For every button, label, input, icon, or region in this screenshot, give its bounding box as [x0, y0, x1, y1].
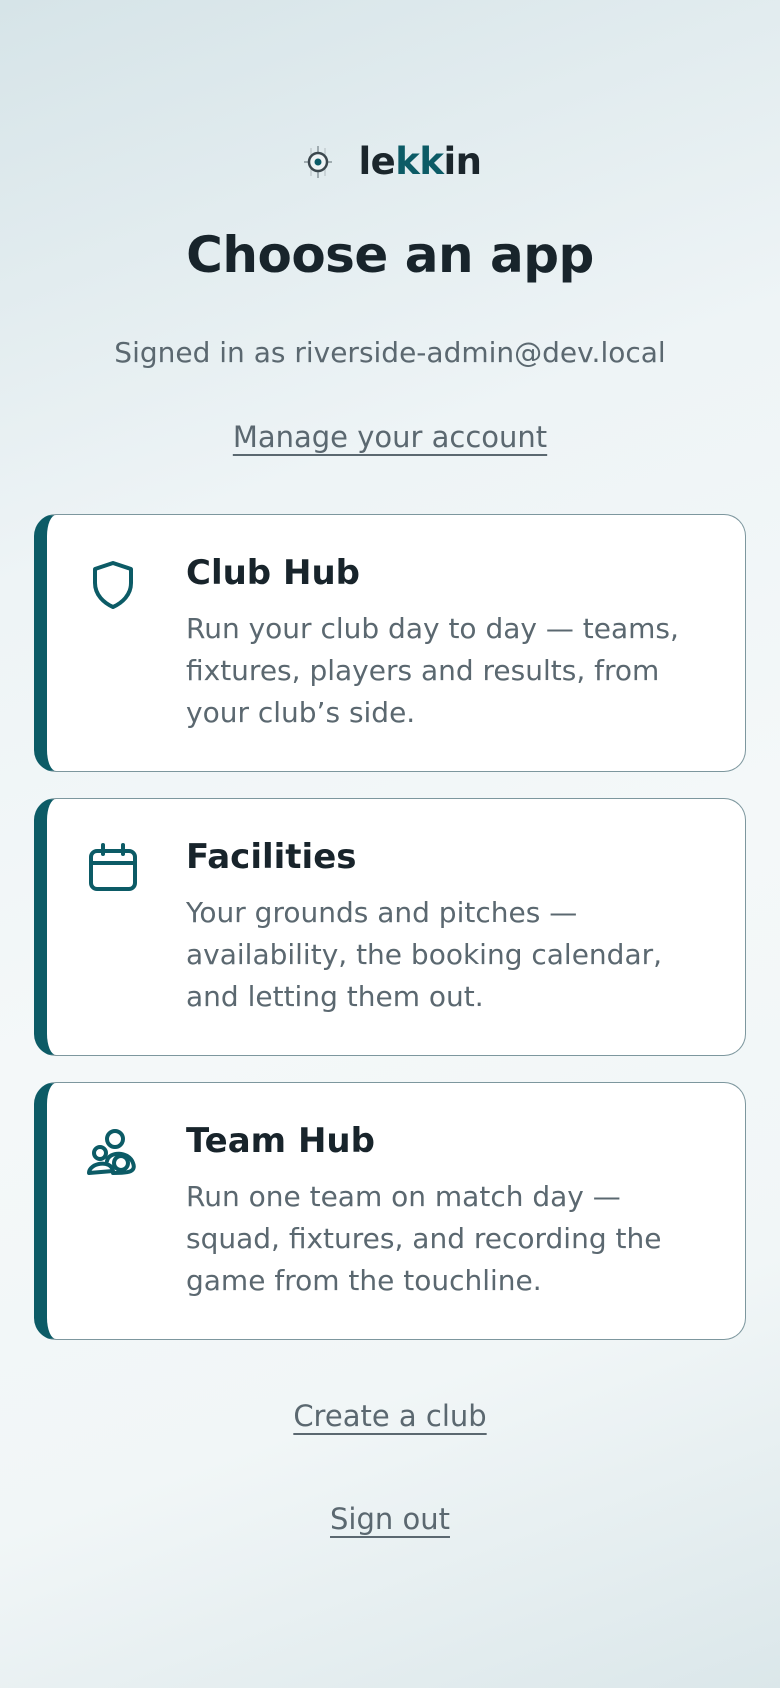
- sign-out-link[interactable]: Sign out: [330, 1502, 450, 1536]
- app-list: Club Hub Run your club day to day — team…: [34, 514, 746, 1366]
- brand-logo: lekkin: [0, 140, 780, 183]
- create-club-link[interactable]: Create a club: [293, 1399, 486, 1433]
- app-card-facilities[interactable]: Facilities Your grounds and pitches — av…: [34, 798, 746, 1056]
- app-description: Your grounds and pitches — availability,…: [186, 896, 663, 1013]
- brand-name: lekkin: [358, 140, 482, 183]
- people-group-icon: [87, 1129, 136, 1175]
- signed-in-text: Signed in as riverside-admin@dev.local: [114, 336, 666, 369]
- calendar-icon: [89, 843, 137, 891]
- app-card-team-hub[interactable]: Team Hub Run one team on match day — squ…: [34, 1082, 746, 1340]
- app-title: Facilities: [186, 837, 357, 877]
- shield-icon: [93, 561, 133, 609]
- app-card-club-hub[interactable]: Club Hub Run your club day to day — team…: [34, 514, 746, 772]
- app-title: Team Hub: [186, 1121, 375, 1161]
- app-description: Run one team on match day — squad, fixtu…: [186, 1180, 662, 1297]
- app-description: Run your club day to day — teams, fixtur…: [186, 612, 679, 729]
- app-title: Club Hub: [186, 553, 360, 593]
- crosshair-target-icon: [304, 145, 333, 178]
- manage-account-link[interactable]: Manage your account: [233, 420, 547, 454]
- page-title: Choose an app: [186, 226, 594, 284]
